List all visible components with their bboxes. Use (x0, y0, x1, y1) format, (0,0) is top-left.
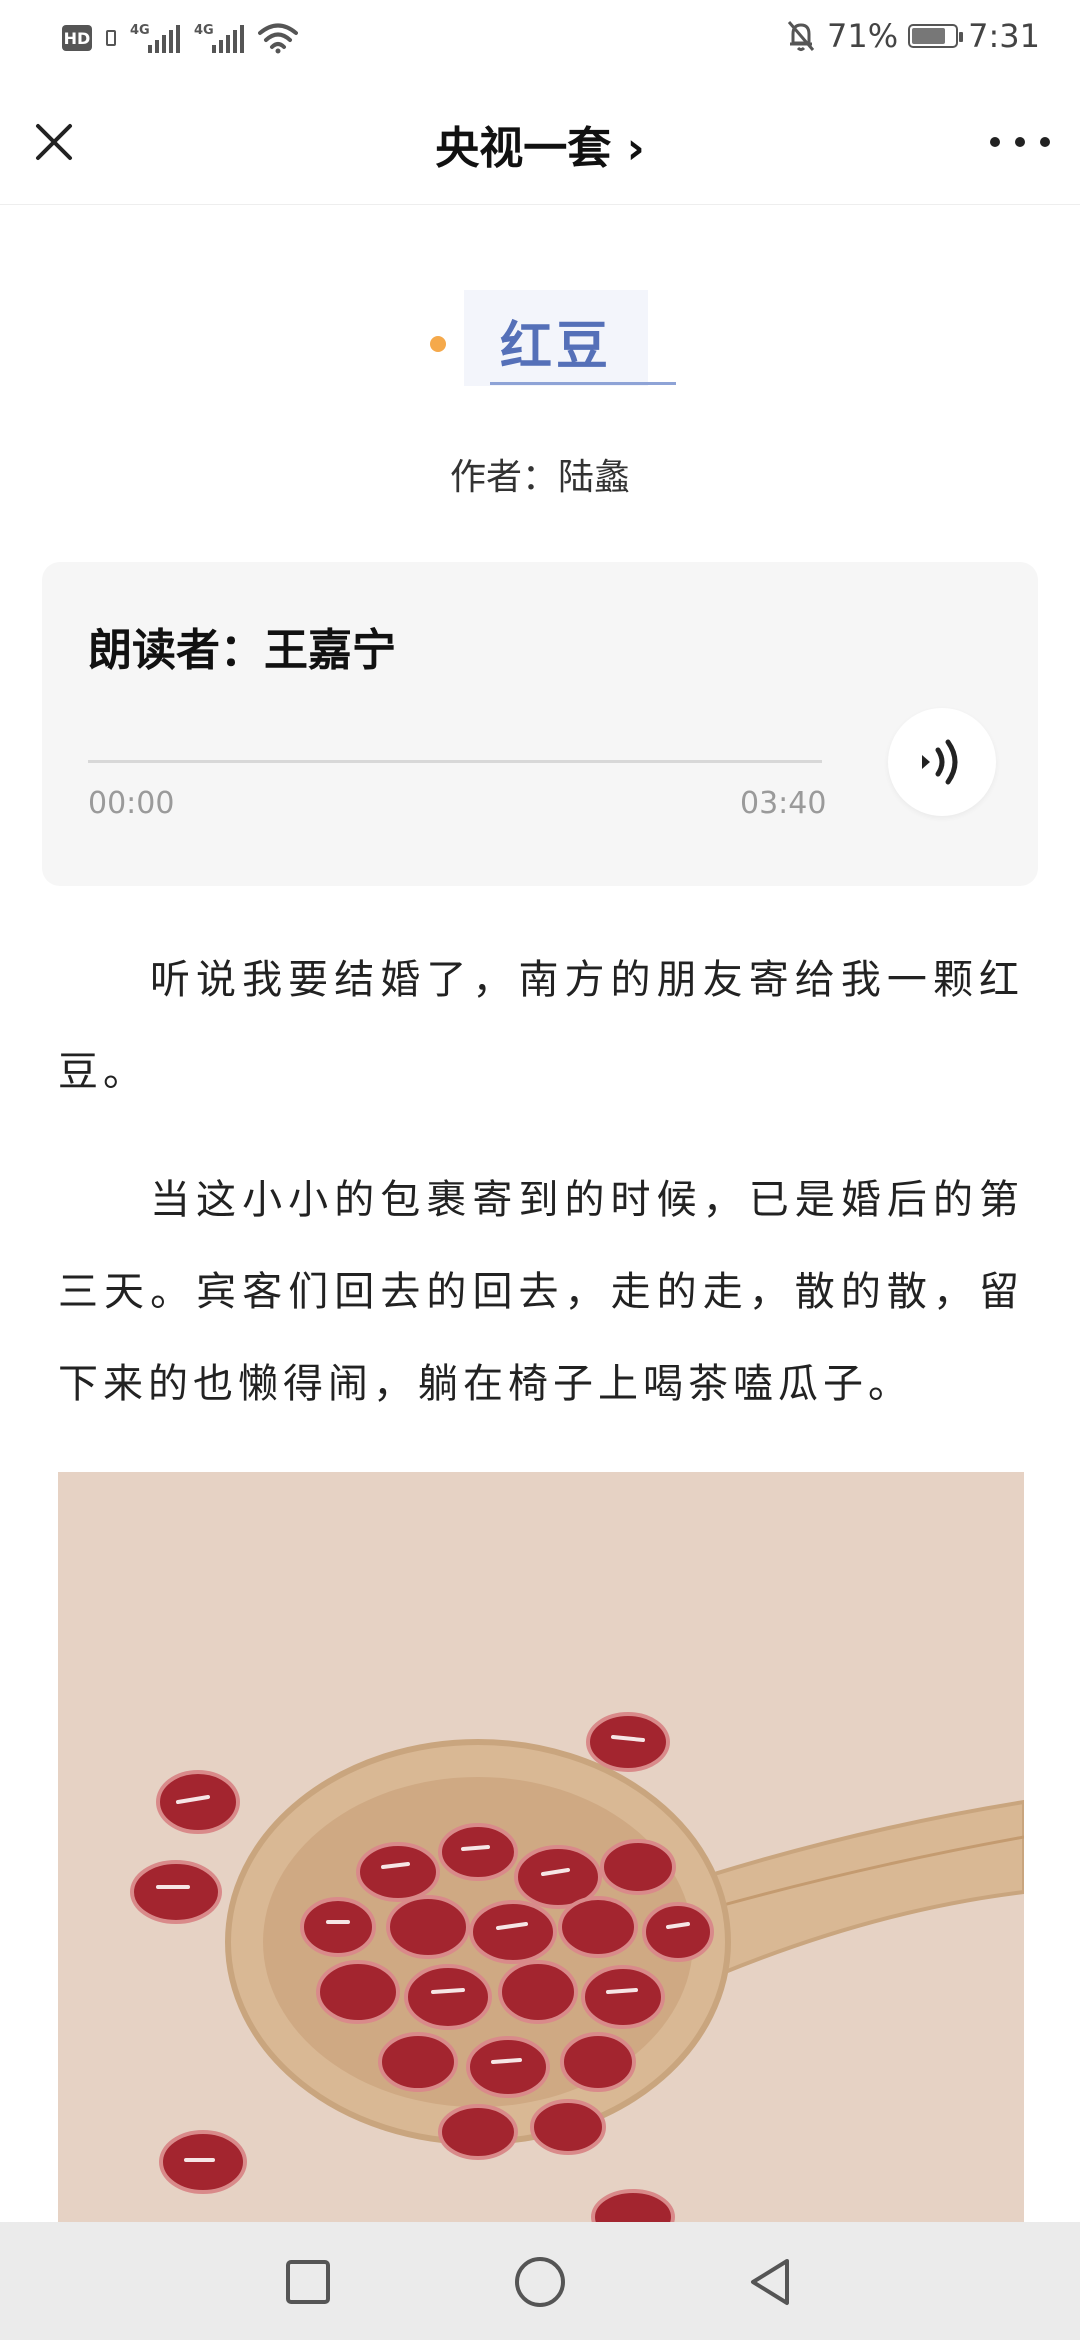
more-icon[interactable] (990, 120, 1050, 164)
wifi-icon (258, 23, 298, 54)
article-title-block: 红豆 (0, 288, 1080, 388)
status-left: HD 4G 4G (62, 18, 298, 58)
network-type-label: 4G (194, 23, 214, 38)
title-underline (490, 382, 676, 385)
audio-progress-bar[interactable] (88, 760, 822, 763)
audio-current-time: 00:00 (88, 786, 175, 821)
reader-label: 朗读者：王嘉宁 (88, 625, 396, 676)
article-title-box: 红豆 (464, 290, 648, 386)
red-beans-illustration (58, 1472, 1024, 2232)
battery-icon (908, 24, 964, 48)
status-bar: HD 4G 4G 71% 7:31 (0, 0, 1080, 74)
back-button[interactable] (740, 2252, 800, 2312)
square-icon (286, 2260, 330, 2304)
bell-muted-icon (787, 21, 815, 51)
status-right: 71% 7:31 (785, 14, 1040, 58)
chevron-right-icon: › (626, 123, 645, 174)
account-title-button[interactable]: 央视一套 › (0, 112, 1080, 176)
decorative-dot (430, 336, 446, 352)
recent-apps-button[interactable] (278, 2252, 338, 2312)
sim-card-icon (106, 30, 116, 46)
signal-icon-1: 4G (130, 23, 180, 53)
article-paragraph: 听说我要结婚了，南方的朋友寄给我一颗红豆。 (58, 957, 1024, 1095)
account-name: 央视一套 (435, 123, 612, 174)
article-author: 作者：陆蠡 (449, 457, 630, 498)
play-audio-button[interactable] (888, 708, 996, 816)
article-title: 红豆 (499, 317, 612, 377)
hd-icon: HD (62, 25, 92, 51)
sound-wave-icon (922, 739, 958, 785)
signal-icon-2: 4G (194, 23, 244, 53)
network-type-label: 4G (130, 23, 150, 38)
audio-player-card: 朗读者：王嘉宁 00:00 03:40 (42, 562, 1038, 886)
home-button[interactable] (510, 2252, 570, 2312)
clock: 7:31 (968, 17, 1040, 55)
audio-total-time: 03:40 (740, 786, 827, 821)
system-nav-bar (0, 2222, 1080, 2340)
battery-percent: 71% (827, 17, 899, 55)
triangle-back-icon (751, 2259, 789, 2305)
top-bar: 央视一套 › (0, 74, 1080, 205)
article-paragraph: 当这小小的包裹寄到的时候，已是婚后的第三天。宾客们回去的回去，走的走，散的散，留… (58, 1177, 1024, 1407)
circle-icon (515, 2257, 565, 2307)
red-beans-spoon-image (58, 1472, 1024, 2232)
